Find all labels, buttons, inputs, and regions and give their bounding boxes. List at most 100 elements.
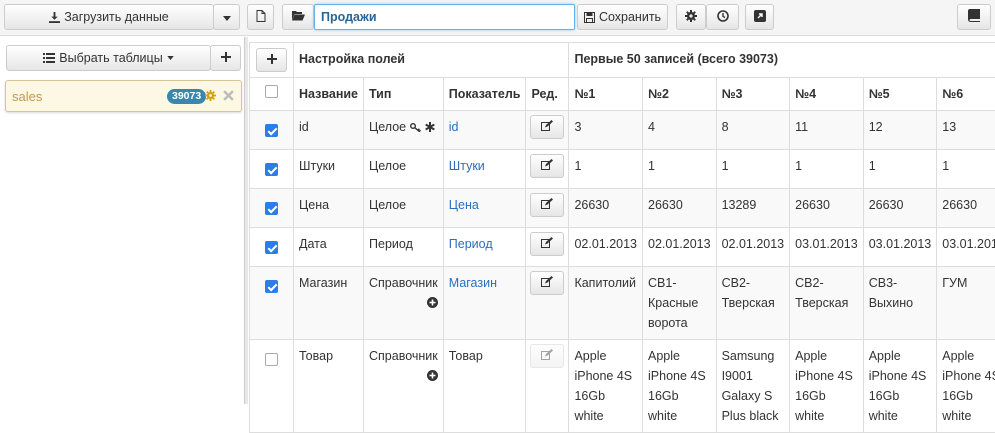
edit-field-button[interactable]: [530, 115, 564, 139]
edit-icon: [541, 234, 553, 254]
record-value: 13: [937, 111, 995, 150]
history-button[interactable]: [706, 4, 739, 30]
floppy-disk-icon: [584, 12, 595, 23]
record-value: Apple iPhone 4S 16Gb white: [643, 340, 717, 433]
edit-icon: [541, 346, 553, 366]
load-data-dropdown-button[interactable]: [213, 4, 240, 30]
record-value: СВ1-Красные ворота: [643, 267, 717, 340]
edit-field-button[interactable]: [530, 232, 564, 256]
edit-field-button[interactable]: [530, 193, 564, 217]
record-value: 02.01.2013: [716, 228, 790, 267]
select-tables-button[interactable]: Выбрать таблицы: [6, 45, 211, 71]
folder-open-icon: [292, 10, 305, 24]
field-name-text: Штуки: [299, 159, 335, 173]
edit-field-button[interactable]: [530, 154, 564, 178]
book-icon: [968, 9, 980, 25]
gear-icon: [685, 10, 697, 25]
field-edit-cell: [526, 267, 569, 340]
documentation-button[interactable]: [957, 4, 991, 30]
record-value: Apple iPhone 4S 16Gb white: [863, 340, 937, 433]
table-card-sales[interactable]: sales 39073: [5, 80, 242, 112]
row-select-cell: [250, 150, 294, 189]
toolbar: Загрузить данные Сохранить: [0, 0, 995, 36]
field-type-text: Справочник: [369, 349, 438, 363]
plus-icon: [267, 50, 277, 70]
add-field-cell: [250, 43, 294, 78]
field-edit-cell: [526, 340, 569, 433]
add-field-button[interactable]: [256, 48, 287, 72]
plus-circle-icon: [369, 294, 438, 314]
record-value: 4: [643, 111, 717, 150]
new-file-button[interactable]: [247, 4, 274, 30]
record-value: СВ2-Тверская: [716, 267, 790, 340]
field-name-text: Товар: [299, 349, 333, 363]
caret-down-icon: [223, 10, 231, 24]
field-measure: Период: [443, 228, 526, 267]
row-select-cell: [250, 228, 294, 267]
record-value: 11: [790, 111, 864, 150]
record-value: Samsung I9001 Galaxy S Plus black: [716, 340, 790, 433]
add-table-button[interactable]: [210, 45, 241, 71]
row-checkbox[interactable]: [265, 280, 278, 293]
record-value: 03.01.2013: [863, 228, 937, 267]
settings-button[interactable]: [676, 4, 706, 30]
row-select-cell: [250, 340, 294, 433]
field-name: Магазин: [294, 267, 364, 340]
field-type: Целое: [364, 111, 444, 150]
record-value: 26630: [643, 189, 717, 228]
record-value: 1: [937, 150, 995, 189]
row-checkbox[interactable]: [265, 353, 278, 366]
file-icon: [256, 10, 266, 25]
field-measure-link[interactable]: Цена: [449, 198, 479, 212]
save-button[interactable]: Сохранить: [577, 4, 668, 30]
select-all-checkbox[interactable]: [265, 85, 278, 98]
load-data-label: Загрузить данные: [64, 10, 169, 24]
field-type: Целое: [364, 150, 444, 189]
record-value: Apple iPhone 4S 16Gb white: [790, 340, 864, 433]
close-icon[interactable]: [223, 90, 234, 104]
load-data-button[interactable]: Загрузить данные: [4, 4, 214, 30]
column-header-record: №4: [790, 78, 864, 111]
record-value: Капитолий: [569, 267, 643, 340]
edit-icon: [541, 195, 553, 215]
table-row: Товар Справочник Товар Apple iPhone 4S 16Gb…: [250, 340, 995, 433]
row-checkbox[interactable]: [265, 163, 278, 176]
edit-field-button[interactable]: [530, 344, 564, 368]
table-row: ШтукиЦелоеШтуки111111: [250, 150, 995, 189]
open-external-button[interactable]: [745, 4, 774, 30]
key-icon: [410, 118, 421, 138]
download-icon: [49, 12, 60, 23]
record-value: СВ2-Тверская: [790, 267, 864, 340]
asterisk-icon: [425, 118, 435, 138]
sidebar-resizer[interactable]: [244, 37, 248, 404]
dataset-name-input[interactable]: [314, 4, 575, 30]
fields-grid: Настройка полей Первые 50 записей (всего…: [249, 42, 995, 433]
caret-down-icon: [167, 56, 174, 60]
field-measure-link[interactable]: id: [449, 120, 459, 134]
row-count-badge: 39073: [167, 89, 206, 104]
row-checkbox[interactable]: [265, 202, 278, 215]
field-measure-link[interactable]: Период: [449, 237, 493, 251]
row-checkbox[interactable]: [265, 241, 278, 254]
row-select-cell: [250, 267, 294, 340]
record-value: 3: [569, 111, 643, 150]
field-edit-cell: [526, 228, 569, 267]
record-value: 02.01.2013: [643, 228, 717, 267]
column-header-record: №1: [569, 78, 643, 111]
record-value: 26630: [937, 189, 995, 228]
open-folder-button[interactable]: [282, 4, 314, 30]
gear-icon[interactable]: [205, 90, 216, 104]
field-edit-cell: [526, 189, 569, 228]
edit-field-button[interactable]: [530, 271, 564, 295]
table-row: ДатаПериодПериод02.01.201302.01.201302.0…: [250, 228, 995, 267]
record-value: 1: [716, 150, 790, 189]
row-checkbox[interactable]: [265, 124, 278, 137]
field-measure: Товар: [443, 340, 526, 433]
field-measure: Магазин: [443, 267, 526, 340]
field-measure-link[interactable]: Штуки: [449, 159, 485, 173]
field-measure-link[interactable]: Магазин: [449, 276, 497, 290]
record-value: 8: [716, 111, 790, 150]
records-header: Первые 50 записей (всего 39073): [569, 43, 995, 78]
table-name: sales: [12, 89, 42, 104]
column-header-measure: Показатель: [443, 78, 526, 111]
